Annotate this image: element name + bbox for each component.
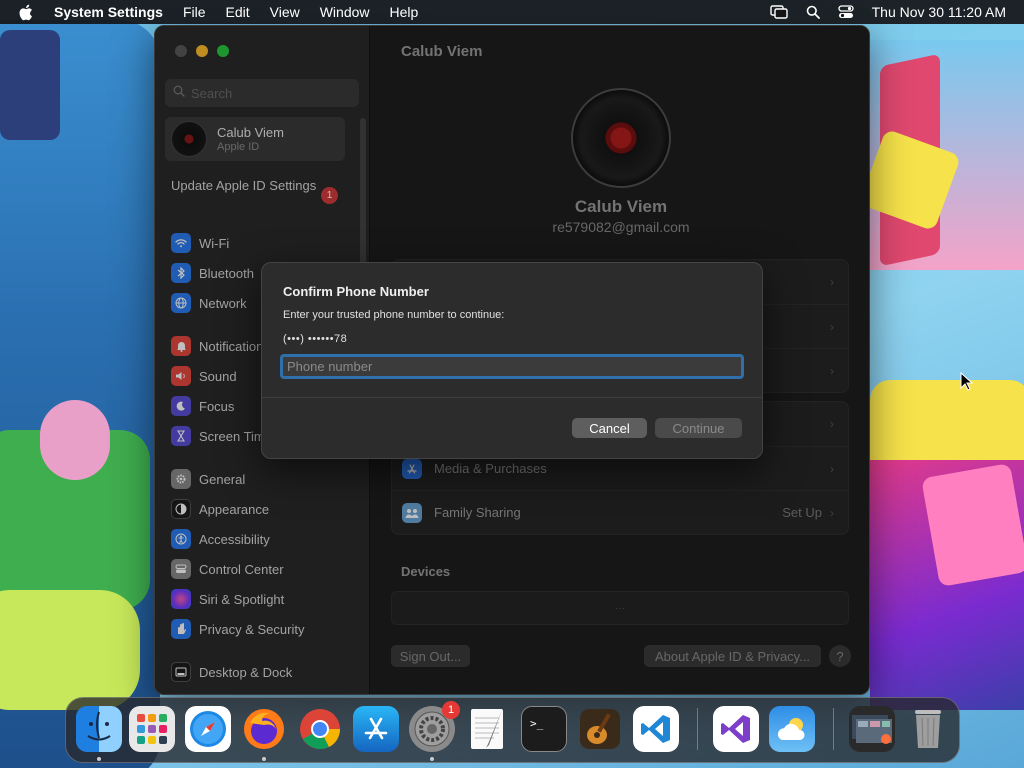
dialog-title: Confirm Phone Number [283,284,429,299]
mouse-pointer-icon [960,371,974,396]
running-indicator [430,757,434,761]
garageband-icon[interactable] [577,706,623,752]
safari-icon[interactable] [185,706,231,752]
launchpad-icon[interactable] [129,706,175,752]
dock-separator [833,708,834,750]
weather-icon[interactable] [769,706,815,752]
running-indicator [262,757,266,761]
textedit-icon[interactable] [465,706,511,752]
confirm-phone-dialog: Confirm Phone Number Enter your trusted … [261,262,763,459]
app-store-dock-icon[interactable] [353,706,399,752]
finder-icon[interactable] [76,706,122,752]
settings-notification-badge: 1 [442,701,460,719]
continue-button[interactable]: Continue [655,418,742,438]
dialog-message: Enter your trusted phone number to conti… [283,309,505,321]
terminal-icon[interactable]: >_ [521,706,567,752]
downloads-stack-icon[interactable] [849,706,895,752]
screen-mirroring-icon[interactable] [769,5,788,19]
masked-phone-number: (•••) ••••••78 [283,333,348,345]
dock: 1 >_ [65,697,960,763]
control-center-menubar-icon[interactable] [837,5,854,19]
menu-edit[interactable]: Edit [226,4,250,20]
apple-menu-icon[interactable] [18,4,36,21]
cancel-button[interactable]: Cancel [572,418,647,438]
menubar-clock[interactable]: Thu Nov 30 11:20 AM [872,4,1006,20]
menu-file[interactable]: File [183,4,206,20]
spotlight-search-icon[interactable] [806,5,820,19]
vscode-icon[interactable] [633,706,679,752]
menu-window[interactable]: Window [320,4,370,20]
dock-separator [697,708,698,750]
visual-studio-icon[interactable] [713,706,759,752]
chrome-icon[interactable] [297,706,343,752]
running-indicator [97,757,101,761]
svg-text:>_: >_ [530,717,544,730]
menu-view[interactable]: View [270,4,300,20]
menu-help[interactable]: Help [390,4,419,20]
firefox-icon[interactable] [241,706,287,752]
menu-app-name[interactable]: System Settings [54,4,163,20]
phone-number-input[interactable] [280,354,744,379]
menu-bar: System Settings File Edit View Window He… [0,0,1024,24]
trash-icon[interactable] [905,706,951,752]
dialog-divider [262,397,762,398]
